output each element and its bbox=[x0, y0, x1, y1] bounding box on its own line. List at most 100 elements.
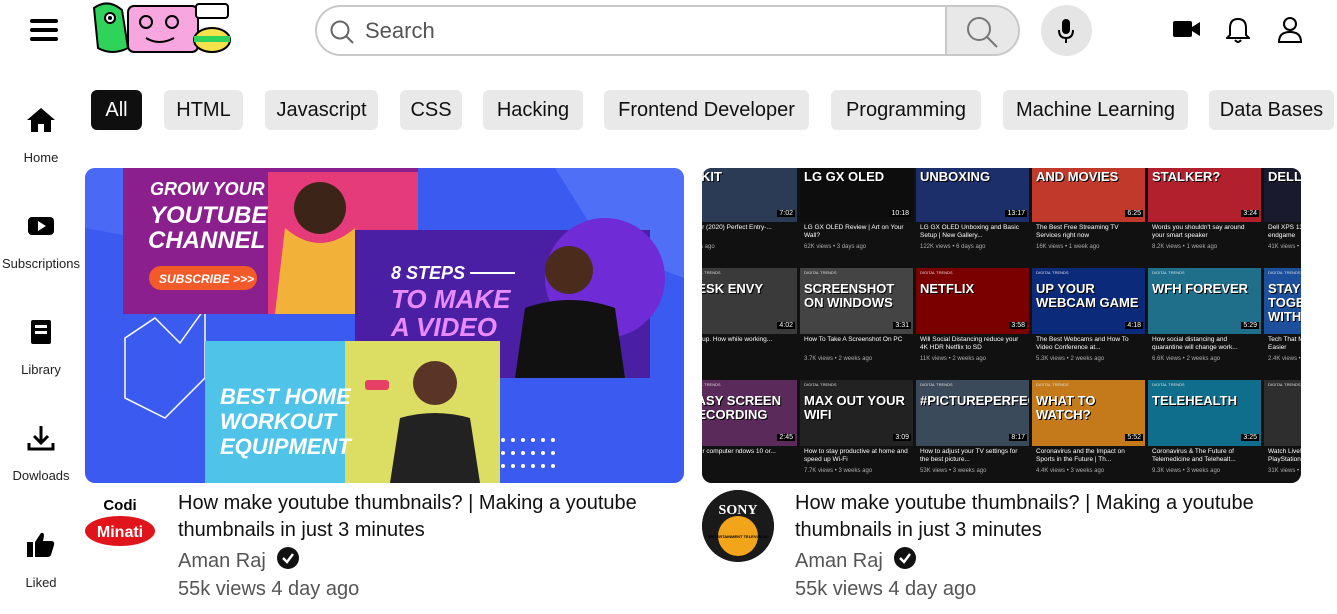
logo[interactable] bbox=[88, 0, 238, 58]
grid-tile-duration: 3:25 bbox=[1241, 434, 1259, 441]
hamburger-menu-icon[interactable] bbox=[28, 16, 62, 46]
grid-tile-image: DIGITAL TRENDSAND MOVIES6:25 bbox=[1032, 168, 1145, 222]
grid-tile: DIGITAL TRENDSUNBOXING13:17LG GX OLED Un… bbox=[916, 168, 1029, 266]
grid-tile-title: The Best Free Streaming TV Services righ… bbox=[1036, 224, 1119, 239]
chip-hacking[interactable]: Hacking bbox=[483, 90, 583, 130]
microphone-icon[interactable] bbox=[1041, 5, 1092, 56]
video-title[interactable]: How make youtube thumbnails? | Making a … bbox=[178, 490, 698, 544]
thumb-text-channel: CHANNEL bbox=[148, 227, 265, 254]
avatar-text-minati: Minati bbox=[97, 524, 143, 541]
grid-tile-meta: ago bbox=[702, 356, 794, 362]
grid-tile-image: DIGITAL TRENDS MAX OUT YOUR WIFI 3:09 bbox=[800, 380, 913, 446]
chip-programming[interactable]: Programming bbox=[831, 90, 981, 130]
grid-tile-meta: 5.3K views • 2 weeks ago bbox=[1036, 356, 1105, 362]
thumbs-up-icon bbox=[27, 532, 55, 557]
sidebar-item-label: Home bbox=[23, 150, 59, 165]
grid-tile: DIGITAL TRENDS WFH FOREVER 5:29 How social … bbox=[1148, 268, 1261, 378]
grid-tile-label: SCREENSHOT ON WINDOWS bbox=[804, 281, 895, 310]
grid-tile-meta: 6.6K views • 2 weeks ago bbox=[1152, 356, 1221, 362]
grid-tile-meta: 31K views • 4 weeks bbox=[1268, 468, 1301, 474]
grid-tile-title: How to adjust your TV settings for the b… bbox=[920, 448, 1018, 463]
grid-tile-duration: 3:58 bbox=[1009, 322, 1027, 329]
user-icon[interactable] bbox=[1277, 16, 1303, 49]
thumb-text-grow: GROW YOUR bbox=[150, 179, 265, 199]
sidebar-item-home[interactable]: Home bbox=[0, 90, 82, 180]
grid-tile-meta: 9.3K views • 3 weeks ago bbox=[1152, 468, 1221, 474]
channel-name[interactable]: Aman Raj bbox=[795, 550, 883, 573]
grid-tile: DIGITAL TRENDSR KIT7:02ok Air (2020) Per… bbox=[702, 168, 797, 266]
grid-tile-label: TELEHEALTH bbox=[1152, 393, 1237, 408]
grid-tile-meta: 16K views • 1 week ago bbox=[1036, 244, 1100, 250]
avatar-text-ent: ENTERTAINMENT TELEVISION bbox=[709, 534, 768, 539]
grid-tile-duration: 3:24 bbox=[1241, 210, 1259, 217]
chip-javascript[interactable]: Javascript bbox=[265, 90, 378, 130]
channel-avatar[interactable]: Codi Minati bbox=[84, 490, 156, 562]
thumb-text-subscribe: SUBSCRIBE >>> bbox=[159, 272, 254, 286]
search-icon bbox=[967, 17, 998, 48]
search-input[interactable] bbox=[365, 17, 925, 45]
chip-machine-learning[interactable]: Machine Learning bbox=[1003, 90, 1188, 130]
chip-all[interactable]: All bbox=[91, 90, 142, 130]
thumb-text-best2: WORKOUT bbox=[220, 409, 338, 434]
sidebar-item-subscriptions[interactable]: Subscriptions bbox=[0, 196, 82, 286]
grid-tile: DIGITAL TRENDSSTALKER?3:24Words you shou… bbox=[1148, 168, 1261, 266]
chip-frontend-developer[interactable]: Frontend Developer bbox=[604, 90, 809, 130]
search-icon bbox=[330, 20, 354, 44]
avatar-text-codi: Codi bbox=[103, 497, 136, 514]
search-button[interactable] bbox=[945, 5, 1020, 56]
grid-tile-image: DIGITAL TRENDS SCREENSHOT ON WINDOWS 3:31 bbox=[800, 268, 913, 334]
sidebar-item-liked[interactable]: Liked bbox=[0, 515, 82, 605]
search-bar bbox=[315, 5, 1020, 56]
grid-tile-image: DIGITAL TRENDS WHAT TO WATCH? 5:52 bbox=[1032, 380, 1145, 446]
chip-css[interactable]: CSS bbox=[400, 90, 462, 130]
grid-tile-channel-tag: DIGITAL TRENDS bbox=[1152, 270, 1185, 275]
sidebar-item-library[interactable]: Library bbox=[0, 302, 82, 392]
grid-tile-duration: 5:29 bbox=[1241, 322, 1259, 329]
grid-tile: DIGITAL TRENDS EASY SCREEN RECORDING 2:45 r… bbox=[702, 380, 797, 483]
grid-tile-meta: 3.7K views • 2 weeks ago bbox=[804, 356, 873, 362]
grid-tile-image: DIGITAL TRENDSLG GX OLED10:18 bbox=[800, 168, 913, 222]
grid-tile: DIGITAL TRENDS TELEHEALTH 3:25 Coronavirus … bbox=[1148, 380, 1261, 483]
video-thumbnail[interactable]: GROW YOUR YOUTUBE CHANNEL SUBSCRIBE >>> … bbox=[85, 168, 684, 483]
grid-tile-image: DIGITAL TRENDS bbox=[1264, 380, 1301, 446]
grid-tile-label: UNBOXING bbox=[920, 169, 991, 184]
sidebar-item-downloads[interactable]: Dowloads bbox=[0, 408, 82, 498]
chip-data-bases[interactable]: Data Bases bbox=[1209, 90, 1334, 130]
chip-html[interactable]: HTML bbox=[164, 90, 243, 130]
grid-tile-image: DIGITAL TRENDS DESK ENVY 4:02 bbox=[702, 268, 797, 334]
grid-tile-title: Words you shouldn't say around your smar… bbox=[1152, 224, 1245, 239]
grid-tile-label: MAX OUT YOUR WIFI bbox=[804, 393, 905, 422]
grid-tile-channel-tag: DIGITAL TRENDS bbox=[920, 270, 953, 275]
grid-tile-duration: 8:17 bbox=[1009, 434, 1027, 441]
channel-name[interactable]: Aman Raj bbox=[178, 550, 266, 573]
thumb-text-best1: BEST HOME bbox=[220, 384, 352, 409]
grid-tile-title: r your computer ndows 10 or... bbox=[702, 448, 776, 455]
grid-tile-label: WFH FOREVER bbox=[1152, 281, 1249, 296]
sidebar-item-label: Dowloads bbox=[12, 468, 70, 483]
grid-tile-meta: 2.4K views • 2 weeks bbox=[1268, 356, 1301, 362]
grid-tile-channel-tag: DIGITAL TRENDS bbox=[1268, 270, 1301, 275]
video-camera-icon[interactable] bbox=[1172, 18, 1202, 45]
grid-tile-image: DIGITAL TRENDS NETFLIX 3:58 bbox=[916, 268, 1029, 334]
grid-tile: DIGITAL TRENDS WHAT TO WATCH? 5:52 Coronavi… bbox=[1032, 380, 1145, 483]
verified-icon bbox=[894, 547, 916, 569]
grid-tile-meta: 122K views • 6 days ago bbox=[920, 244, 986, 250]
grid-tile-title: Will Social Distancing reduce your 4K HD… bbox=[920, 336, 1019, 351]
video-meta: 55k views 4 day ago bbox=[178, 578, 360, 600]
grid-tile-image: DIGITAL TRENDSDELL XPS bbox=[1264, 168, 1301, 222]
grid-tile-label: STALKER? bbox=[1152, 169, 1221, 184]
grid-tile-image: DIGITAL TRENDS WFH FOREVER 5:29 bbox=[1148, 268, 1261, 334]
grid-tile-image: DIGITAL TRENDS EASY SCREEN RECORDING 2:45 bbox=[702, 380, 797, 446]
video-title[interactable]: How make youtube thumbnails? | Making a … bbox=[795, 490, 1315, 544]
library-icon bbox=[31, 320, 51, 344]
channel-avatar[interactable]: SONY ENTERTAINMENT TELEVISION bbox=[702, 490, 774, 562]
bell-icon[interactable] bbox=[1224, 16, 1252, 49]
thumb-text-make1: TO MAKE bbox=[391, 284, 511, 314]
grid-tile-channel-tag: DIGITAL TRENDS bbox=[804, 382, 837, 387]
grid-tile-meta: 8.2K views • 1 week ago bbox=[1152, 244, 1218, 250]
grid-tile-channel-tag: DIGITAL TRENDS bbox=[1268, 382, 1301, 387]
grid-tile: DIGITAL TRENDS DESK ENVY 4:02 e setup. How … bbox=[702, 268, 797, 378]
video-thumbnail[interactable]: DIGITAL TRENDS R KIT 7:02 ok Air (2020) Per… bbox=[702, 168, 1301, 483]
grid-tile-title: Watch Live! Deep Div The Sony PlayStatio… bbox=[1268, 448, 1301, 463]
grid-tile-meta: 11K views • 2 weeks ago bbox=[920, 356, 987, 362]
